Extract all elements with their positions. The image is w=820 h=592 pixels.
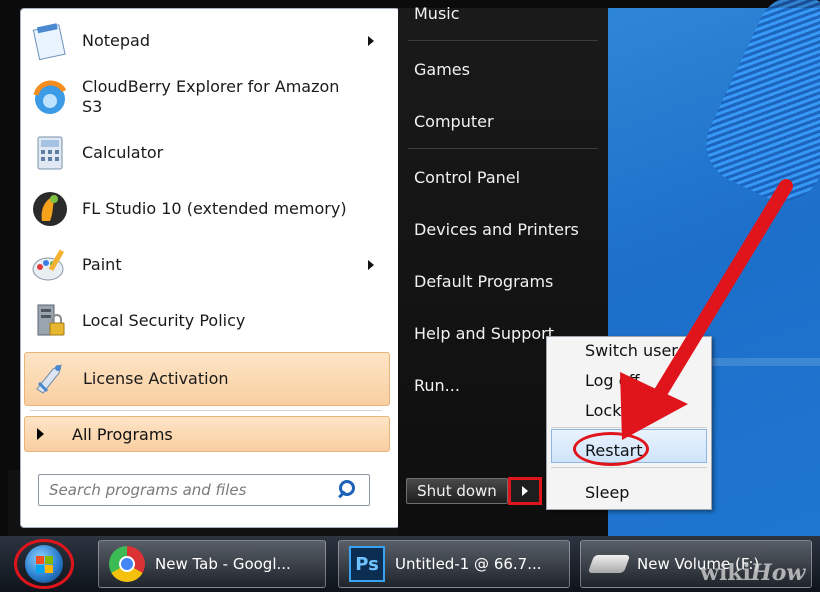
shutdown-options-arrow[interactable] (508, 477, 542, 505)
watermark-wiki: wiki (700, 560, 751, 586)
chrome-icon (109, 546, 145, 582)
notepad-icon (28, 19, 72, 63)
submenu-arrow-icon (368, 36, 374, 46)
program-label: Paint (82, 255, 122, 274)
submenu-arrow-icon (368, 260, 374, 270)
security-policy-icon (28, 299, 72, 343)
program-fl-studio[interactable]: FL Studio 10 (extended memory) (24, 184, 388, 234)
start-search-box[interactable] (38, 474, 370, 506)
program-label: Calculator (82, 143, 164, 162)
shutdown-label: Shut down (417, 482, 497, 500)
wikihow-watermark: wikiHow (700, 560, 805, 586)
all-programs-button[interactable]: All Programs (24, 416, 390, 452)
right-item-computer[interactable]: Computer (414, 112, 494, 131)
right-item-music[interactable]: Music (414, 4, 460, 23)
program-license-activation[interactable]: License Activation (24, 352, 390, 406)
right-item-games[interactable]: Games (414, 60, 470, 79)
program-label: FL Studio 10 (extended memory) (82, 199, 347, 218)
program-local-security-policy[interactable]: Local Security Policy (24, 296, 388, 346)
right-item-run[interactable]: Run... (414, 376, 460, 395)
menu-separator (551, 467, 707, 468)
taskbar-button-label: Untitled-1 @ 66.7... (395, 555, 542, 573)
desktop-wallpaper-swirl (693, 0, 820, 214)
restart-annotation-circle (573, 432, 649, 466)
program-calculator[interactable]: Calculator (24, 128, 388, 178)
shutdown-button[interactable]: Shut down (406, 478, 508, 504)
right-item-help-support[interactable]: Help and Support (414, 324, 554, 343)
program-label: License Activation (83, 369, 229, 388)
right-item-control-panel[interactable]: Control Panel (414, 168, 520, 187)
taskbar-button-label: New Tab - Googl... (155, 555, 291, 573)
program-label: CloudBerry Explorer for Amazon S3 (82, 77, 340, 116)
taskbar-button-chrome[interactable]: New Tab - Googl... (98, 540, 326, 588)
watermark-how: How (750, 560, 806, 586)
search-input[interactable] (39, 480, 335, 500)
right-item-default-programs[interactable]: Default Programs (414, 272, 553, 291)
start-button[interactable] (14, 539, 74, 589)
program-cloudberry[interactable]: CloudBerry Explorer for Amazon S3 (24, 72, 388, 122)
menu-item-sleep[interactable]: Sleep (585, 483, 629, 502)
shutdown-options-menu: Switch user Log off Lock Restart Sleep (546, 336, 712, 510)
drive-icon (587, 555, 631, 573)
menu-separator (551, 427, 707, 428)
all-programs-label: All Programs (72, 424, 173, 444)
cloudberry-icon (28, 75, 72, 119)
menu-separator (408, 40, 598, 41)
program-label: Notepad (82, 31, 150, 50)
paint-icon (28, 243, 72, 287)
screenshot-frame: Notepad CloudBerry Explorer for Amazon S… (0, 0, 820, 592)
menu-item-lock[interactable]: Lock (585, 401, 621, 420)
calculator-icon (28, 131, 72, 175)
program-paint[interactable]: Paint (24, 240, 388, 290)
menu-item-switch-user[interactable]: Switch user (585, 341, 678, 360)
menu-separator (408, 148, 598, 149)
windows-logo-icon (25, 545, 63, 583)
program-label: Local Security Policy (82, 311, 246, 330)
menu-item-log-off[interactable]: Log off (585, 371, 639, 390)
menu-separator (30, 410, 382, 411)
right-item-devices-printers[interactable]: Devices and Printers (414, 220, 579, 239)
photoshop-icon: Ps (349, 546, 385, 582)
fl-studio-icon (28, 187, 72, 231)
chevron-right-icon (522, 486, 528, 496)
taskbar-button-photoshop[interactable]: Ps Untitled-1 @ 66.7... (338, 540, 570, 588)
search-icon[interactable] (335, 478, 359, 502)
expand-arrow-icon (37, 428, 44, 440)
program-notepad[interactable]: Notepad (24, 16, 388, 66)
license-icon (29, 357, 73, 401)
